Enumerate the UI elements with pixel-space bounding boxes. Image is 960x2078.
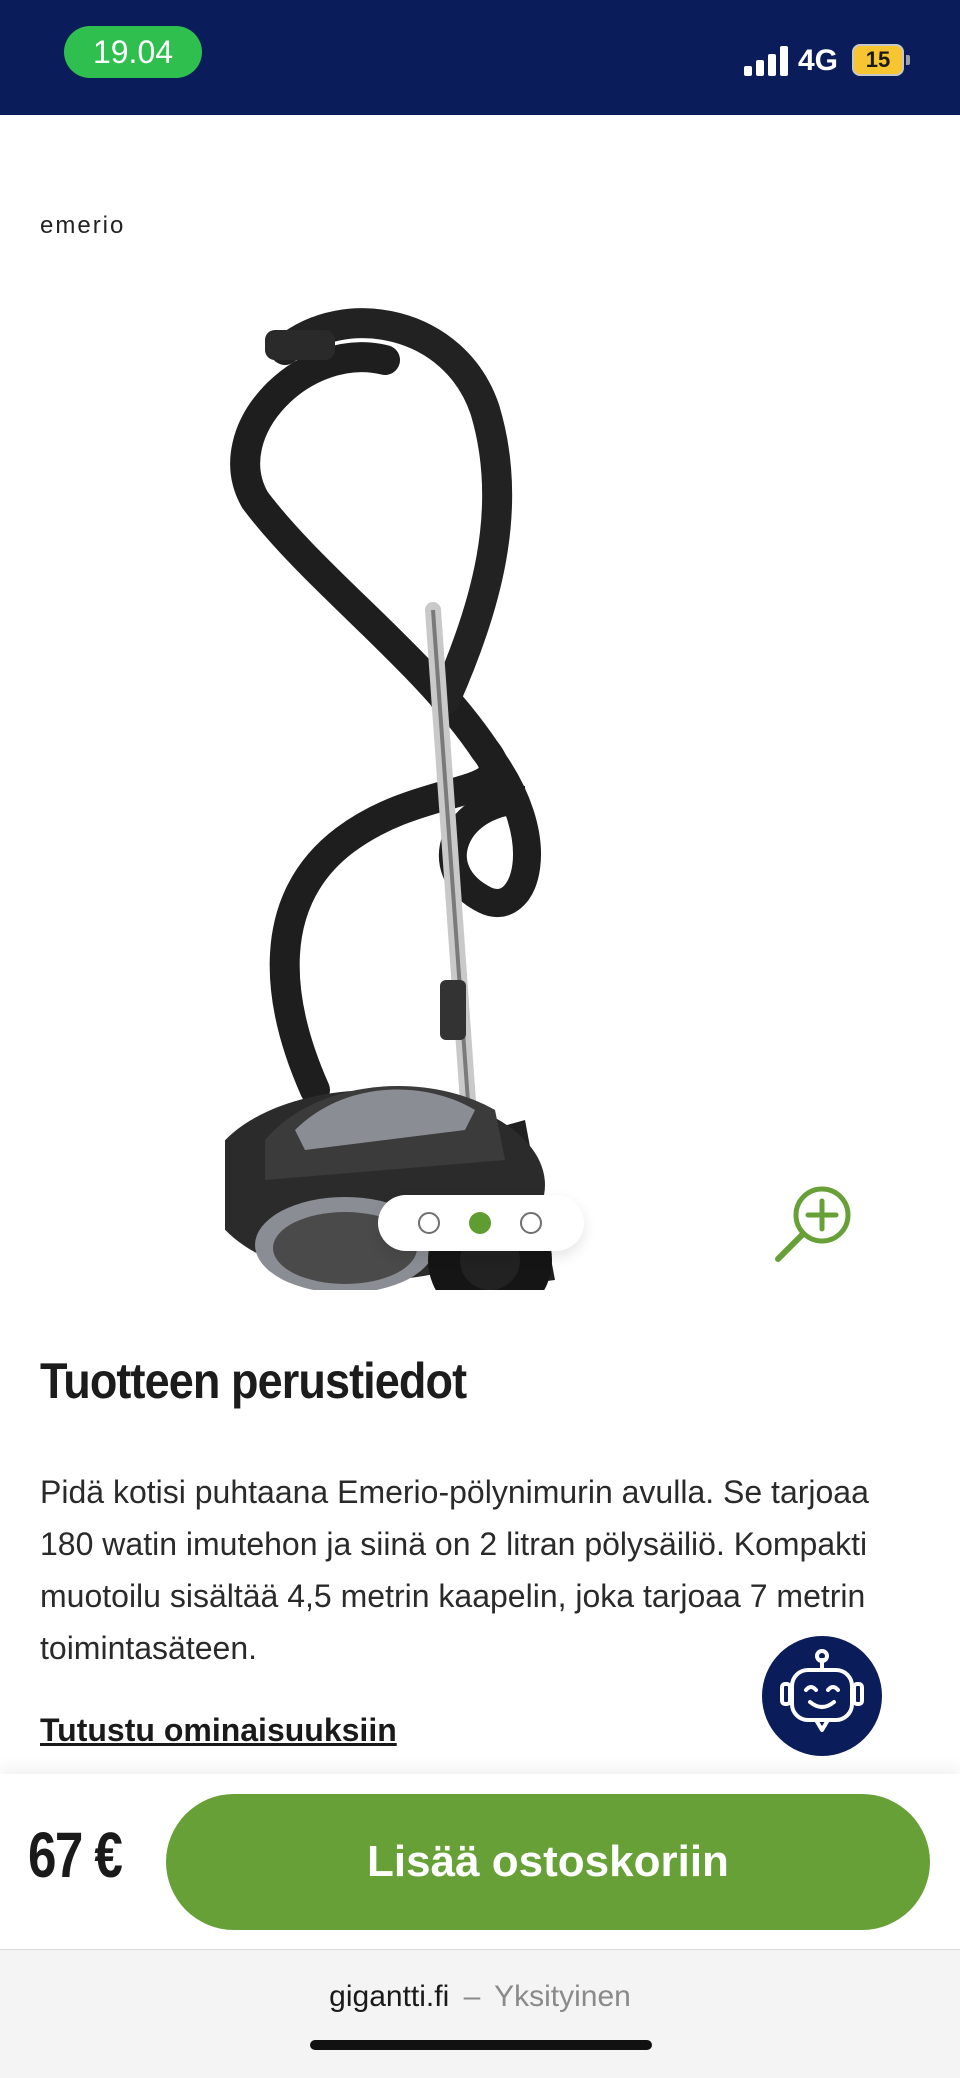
pagination-dot-2-active[interactable] xyxy=(469,1212,491,1234)
address-bar-text: gigantti.fi – Yksityinen xyxy=(0,1980,960,2014)
product-price: 67 € xyxy=(28,1819,123,1891)
explore-features-link[interactable]: Tutustu ominaisuuksiin xyxy=(40,1712,397,1749)
browser-address-bar[interactable]: gigantti.fi – Yksityinen xyxy=(0,1950,960,2078)
add-to-cart-button[interactable]: Lisää ostoskoriin xyxy=(166,1794,930,1930)
gallery-pagination xyxy=(378,1195,584,1251)
brand-logo-text: emerio xyxy=(40,212,125,239)
status-bar: 19.04 4G 15 xyxy=(0,0,960,115)
product-gallery[interactable]: emerio xyxy=(0,115,960,1290)
chatbot-robot-icon xyxy=(780,1649,864,1732)
zoom-in-icon[interactable] xyxy=(770,1177,860,1267)
home-indicator[interactable] xyxy=(310,2040,652,2050)
product-page: 19.04 4G 15 emerio Tuotteen perustiedot … xyxy=(0,0,960,2078)
chatbot-button[interactable] xyxy=(762,1636,882,1756)
cellular-signal-icon xyxy=(744,46,788,76)
url-domain: gigantti.fi xyxy=(329,1980,450,2013)
brand-logo: emerio xyxy=(40,212,125,239)
battery-icon: 15 xyxy=(852,44,910,76)
pagination-dot-3[interactable] xyxy=(520,1212,542,1234)
status-time: 19.04 xyxy=(64,26,202,78)
vacuum-cleaner-image[interactable] xyxy=(225,280,745,1290)
buy-bar: 67 € Lisää ostoskoriin xyxy=(0,1774,960,1950)
network-type: 4G xyxy=(798,44,839,77)
url-separator: – xyxy=(463,1980,481,2013)
private-browsing-label: Yksityinen xyxy=(494,1980,631,2013)
pagination-dot-1[interactable] xyxy=(418,1212,440,1234)
battery-level: 15 xyxy=(852,44,904,76)
section-title: Tuotteen perustiedot xyxy=(40,1353,467,1409)
